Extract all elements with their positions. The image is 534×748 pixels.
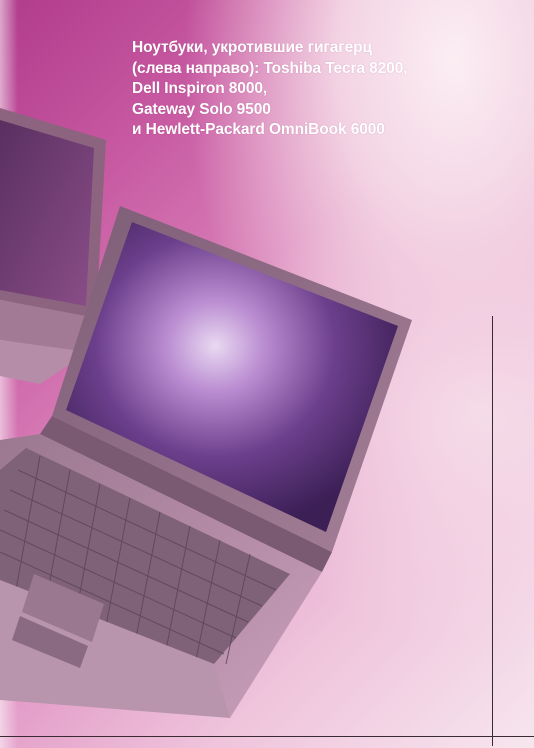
caption-line-1: Ноутбуки, укротившие гигагерц — [132, 39, 372, 56]
photo-caption: Ноутбуки, укротившие гигагерц (слева нап… — [132, 38, 472, 141]
caption-line-4: Gateway Solo 9500 — [132, 100, 271, 118]
caption-line-2: (слева направо): Toshiba Tecra 8200, — [132, 59, 408, 77]
caption-line-5: и Hewlett-Packard OmniBook 6000 — [132, 121, 385, 138]
caption-line-3: Dell Inspiron 8000, — [132, 80, 268, 97]
magazine-page: Ноутбуки, укротившие гигагерц (слева нап… — [0, 0, 534, 748]
vertical-rule — [492, 316, 493, 746]
horizontal-rule — [0, 736, 534, 737]
